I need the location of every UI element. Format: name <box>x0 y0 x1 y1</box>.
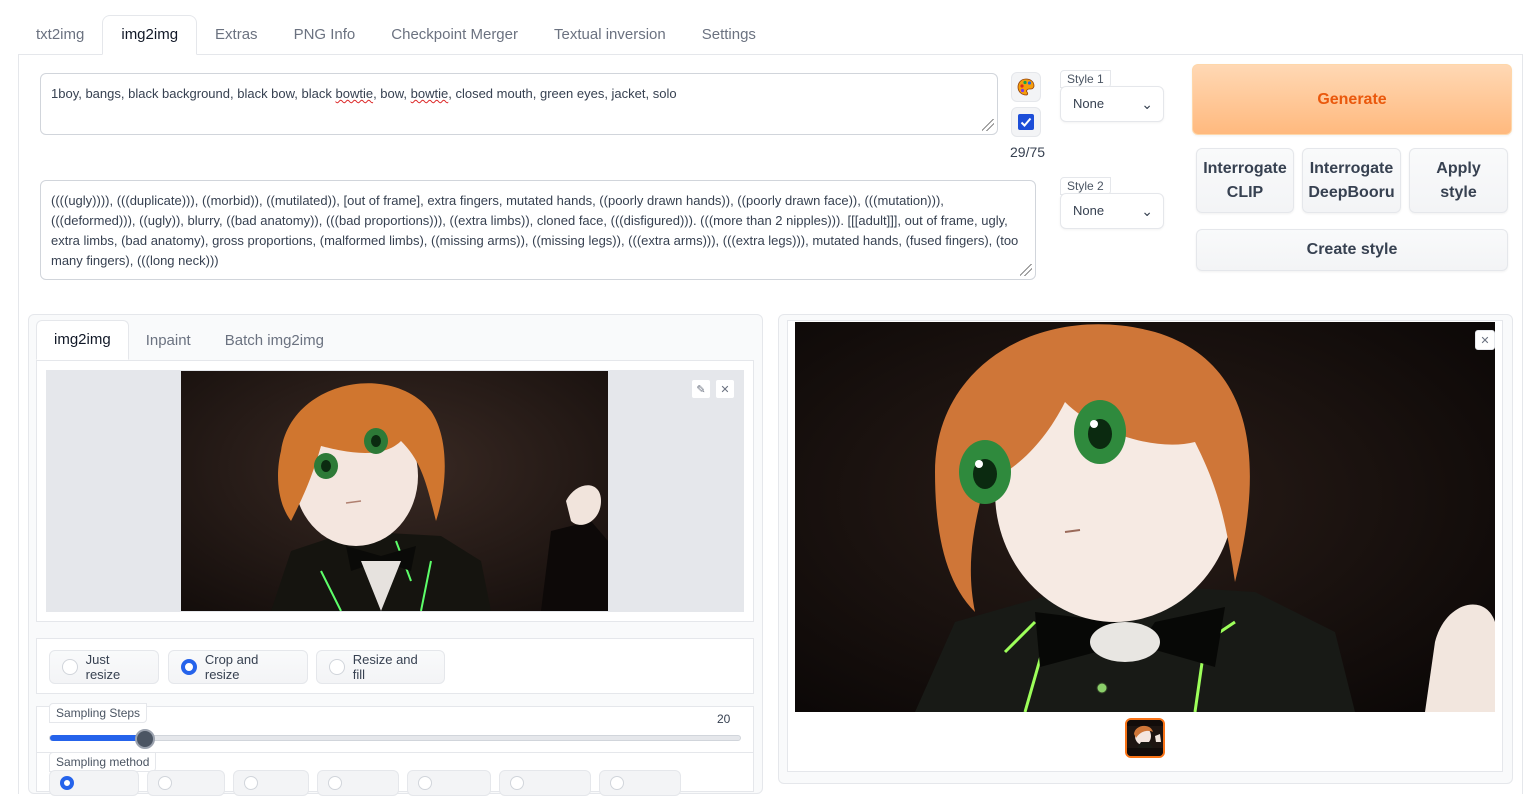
tab-extras[interactable]: Extras <box>197 16 276 54</box>
radio-dot <box>62 659 78 675</box>
radio-dot <box>181 659 197 675</box>
interrogate-deepbooru-button[interactable]: Interrogate DeepBooru <box>1302 148 1401 213</box>
prompt-text-1: 1boy, bangs, black background, black bow… <box>51 86 336 101</box>
radio-dot <box>418 776 432 790</box>
tab-txt2img[interactable]: txt2img <box>18 16 102 54</box>
interrogate-db-label-2: DeepBooru <box>1308 183 1395 201</box>
palette-icon[interactable] <box>1011 72 1041 102</box>
style-2-value: None <box>1073 203 1105 218</box>
style-1-value: None <box>1073 96 1105 111</box>
output-image[interactable] <box>795 322 1495 712</box>
prompt-text-2: , bow, <box>373 86 411 101</box>
generate-button[interactable]: Generate <box>1192 64 1512 135</box>
sampling-method-option[interactable] <box>499 770 591 796</box>
apply-style-label-2: style <box>1440 183 1477 201</box>
prompt-text-3: , closed mouth, green eyes, jacket, solo <box>448 86 677 101</box>
sampling-method-label: Sampling method <box>49 752 157 772</box>
prompt-input[interactable]: 1boy, bangs, black background, black bow… <box>40 73 998 135</box>
radio-dot <box>329 659 345 675</box>
radio-label: Crop and resize <box>204 652 259 682</box>
input-image <box>181 371 608 611</box>
style-2-select[interactable]: None ⌄ <box>1060 193 1164 229</box>
radio-label: Just resize <box>85 652 121 682</box>
radio-resize-and-fill[interactable]: Resize and fill <box>316 650 445 684</box>
negative-prompt-input[interactable]: ((((ugly)))), (((duplicate))), ((morbid)… <box>40 180 1036 280</box>
create-style-button[interactable]: Create style <box>1196 229 1508 271</box>
radio-just-resize[interactable]: Just resize <box>49 650 159 684</box>
style-1-select[interactable]: None ⌄ <box>1060 86 1164 122</box>
tab-img2img[interactable]: img2img <box>102 15 198 55</box>
interrogate-clip-button[interactable]: Interrogate CLIP <box>1196 148 1294 213</box>
output-thumbnail[interactable] <box>1125 718 1165 758</box>
img2img-mode-tabs: img2img Inpaint Batch img2img <box>36 320 341 360</box>
sampling-steps-value[interactable]: 20 <box>717 712 730 726</box>
resize-grip-icon[interactable] <box>1020 264 1032 276</box>
interrogate-db-label-1: Interrogate <box>1309 159 1394 177</box>
radio-dot <box>510 776 524 790</box>
prompt-word-bowtie: bowtie <box>335 86 374 101</box>
sampling-method-option[interactable] <box>147 770 225 796</box>
tab-inpaint[interactable]: Inpaint <box>129 322 208 360</box>
style-2-dropdown[interactable]: Style 2 None ⌄ <box>1060 177 1164 233</box>
resize-grip-icon[interactable] <box>982 119 994 131</box>
chevron-down-icon: ⌄ <box>1141 203 1153 219</box>
tab-png-info[interactable]: PNG Info <box>276 16 374 54</box>
radio-dot <box>610 776 624 790</box>
radio-crop-and-resize[interactable]: Crop and resize <box>168 650 308 684</box>
apply-style-label-1: Apply <box>1436 159 1481 177</box>
main-tabs: txt2img img2img Extras PNG Info Checkpoi… <box>18 15 1523 55</box>
chevron-down-icon: ⌄ <box>1141 96 1153 112</box>
apply-style-button[interactable]: Apply style <box>1409 148 1508 213</box>
radio-dot <box>60 776 74 790</box>
radio-dot <box>328 776 342 790</box>
tab-textual-inversion[interactable]: Textual inversion <box>536 16 684 54</box>
tab-checkpoint-merger[interactable]: Checkpoint Merger <box>373 16 536 54</box>
close-icon[interactable]: ✕ <box>1475 330 1495 350</box>
slider-thumb[interactable] <box>135 729 155 749</box>
edit-icon[interactable]: ✎ <box>691 379 711 399</box>
sampling-method-option[interactable] <box>49 770 139 796</box>
sampling-method-option[interactable] <box>233 770 309 796</box>
interrogate-clip-label-1: Interrogate <box>1203 159 1287 177</box>
negative-prompt-text: ((((ugly)))), (((duplicate))), ((morbid)… <box>51 193 1019 268</box>
token-counter: 29/75 <box>1010 144 1046 160</box>
close-icon[interactable]: ✕ <box>715 379 735 399</box>
checkbox-icon[interactable] <box>1011 107 1041 137</box>
radio-dot <box>158 776 172 790</box>
prompt-word-bowtie-2: bowtie <box>410 86 449 101</box>
sampling-method-option[interactable] <box>407 770 491 796</box>
sampling-method-option[interactable] <box>599 770 681 796</box>
tab-batch-img2img[interactable]: Batch img2img <box>208 322 341 360</box>
radio-label: Resize and fill <box>352 652 418 682</box>
tab-img2img-mode[interactable]: img2img <box>36 320 129 360</box>
sampling-method-option[interactable] <box>317 770 399 796</box>
sampling-steps-label: Sampling Steps <box>49 703 148 723</box>
interrogate-clip-label-2: CLIP <box>1226 183 1264 201</box>
tab-settings[interactable]: Settings <box>684 16 774 54</box>
slider-fill <box>50 735 142 741</box>
radio-dot <box>244 776 258 790</box>
style-1-dropdown[interactable]: Style 1 None ⌄ <box>1060 70 1164 126</box>
